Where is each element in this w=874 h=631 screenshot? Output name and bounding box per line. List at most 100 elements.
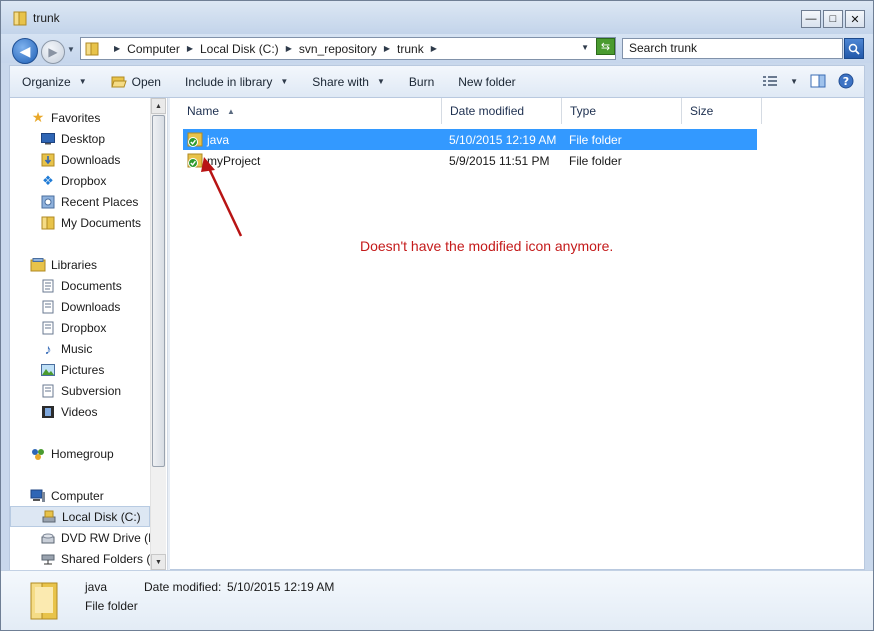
nav-item-videos[interactable]: Videos [10,401,150,422]
nav-libraries-label: Libraries [51,257,98,272]
details-date-value: 5/10/2015 12:19 AM [227,580,335,594]
nav-item-music[interactable]: ♪ Music [10,338,150,359]
chevron-right-icon[interactable]: ▶ [431,44,437,53]
recent-pages-dropdown[interactable]: ▼ [67,45,75,54]
scroll-up-button[interactable]: ▲ [151,98,166,114]
film-strip-icon [40,404,56,420]
breadcrumb-trunk[interactable]: trunk [397,42,424,56]
share-with-button[interactable]: Share with ▼ [300,66,397,97]
nav-item-recent-places[interactable]: Recent Places [10,191,150,212]
nav-item-documents[interactable]: Documents [10,275,150,296]
music-note-icon: ♪ [44,340,52,357]
new-folder-button[interactable]: New folder [446,66,527,97]
column-header-label: Name [187,104,220,118]
documents-folder-icon [40,215,56,231]
nav-item-shared-folders[interactable]: Shared Folders (\ [10,548,154,569]
scroll-down-button[interactable]: ▼ [151,554,166,570]
file-row-myproject[interactable]: myProject 5/9/2015 11:51 PM File folder [183,150,757,171]
forward-button[interactable]: ▶ [41,40,65,64]
nav-homegroup-label: Homegroup [51,446,114,461]
file-name: myProject [207,154,261,168]
column-header-name[interactable]: Name ▲ [179,98,442,124]
scroll-thumb[interactable] [152,115,165,467]
search-button[interactable] [844,38,864,59]
file-type: File folder [569,133,622,147]
nav-item-my-documents[interactable]: My Documents [10,212,150,233]
nav-item-label: Local Disk (C:) [62,509,141,524]
svn-normal-folder-icon [187,153,203,168]
dvd-drive-icon [40,530,56,546]
title-bar[interactable]: trunk — □ ✕ [1,1,873,34]
breadcrumb-computer[interactable]: Computer [127,42,180,56]
chevron-right-icon[interactable]: ▶ [286,44,292,53]
address-bar[interactable]: ▶ Computer ▶ Local Disk (C:) ▶ svn_repos… [80,37,616,60]
share-with-label: Share with [312,74,369,89]
new-folder-label: New folder [458,74,516,89]
nav-item-library-downloads[interactable]: Downloads [10,296,150,317]
minimize-button[interactable]: — [801,10,821,28]
nav-computer-label: Computer [51,488,104,503]
nav-item-pictures[interactable]: Pictures [10,359,150,380]
column-header-size[interactable]: Size [682,98,762,124]
nav-item-library-dropbox[interactable]: Dropbox [10,317,150,338]
document-library-icon [40,383,56,399]
include-in-library-label: Include in library [184,74,273,89]
nav-homegroup[interactable]: Homegroup [10,443,150,464]
nav-item-desktop[interactable]: Desktop [10,128,150,149]
open-label: Open [131,74,161,89]
breadcrumb-local-disk[interactable]: Local Disk (C:) [200,42,279,56]
organize-button[interactable]: Organize ▼ [10,66,99,97]
view-controls: ▼ ? [762,73,854,89]
chevron-right-icon[interactable]: ▶ [187,44,193,53]
column-header-label: Date modified [450,104,525,118]
address-history-dropdown[interactable]: ▼ [581,43,589,52]
change-view-icon[interactable] [762,74,778,88]
nav-item-dvd-drive[interactable]: DVD RW Drive (D [10,527,157,548]
burn-button[interactable]: Burn [397,66,446,97]
nav-item-local-disk[interactable]: Local Disk (C:) [10,506,150,527]
maximize-button[interactable]: □ [823,10,843,28]
breadcrumb-svn-repository[interactable]: svn_repository [299,42,377,56]
recent-places-icon [40,194,56,210]
address-row: ◀ ▶ ▼ ▶ Computer ▶ Local Disk (C:) ▶ svn… [1,34,873,64]
nav-item-dropbox[interactable]: ❖ Dropbox [10,170,150,191]
chevron-down-icon: ▼ [78,77,87,86]
column-header-type[interactable]: Type [562,98,682,124]
document-library-icon [40,278,56,294]
view-options-dropdown[interactable]: ▼ [790,77,798,86]
refresh-button[interactable]: ⇆ [596,38,615,55]
help-icon[interactable]: ? [838,73,854,89]
folder-icon [13,11,27,26]
organize-label: Organize [22,74,71,89]
nav-computer[interactable]: Computer [10,485,150,506]
arrow-left-icon: ◀ [19,42,31,59]
chevron-right-icon[interactable]: ▶ [384,44,390,53]
open-button[interactable]: Open [99,66,173,97]
nav-libraries[interactable]: Libraries [10,254,150,275]
nav-item-label: Dropbox [61,320,107,335]
pane-splitter[interactable] [167,98,170,570]
nav-item-downloads[interactable]: Downloads [10,149,150,170]
breadcrumb: ▶ Computer ▶ Local Disk (C:) ▶ svn_repos… [107,42,444,56]
preview-pane-icon[interactable] [810,74,826,88]
details-pane: java File folder Date modified: 5/10/201… [1,570,873,630]
column-header-label: Type [570,104,597,118]
libraries-icon [30,257,46,273]
nav-scrollbar[interactable]: ▲ ▼ [150,98,166,570]
back-button[interactable]: ◀ [12,38,38,64]
details-item-type: File folder [85,599,138,613]
column-header-date-modified[interactable]: Date modified [442,98,562,124]
nav-item-label: Shared Folders (\ [61,551,154,566]
chevron-down-icon: ▼ [280,77,289,86]
navigation-pane: ★ Favorites Desktop Downloads ❖ Dropbox … [10,98,167,570]
nav-item-subversion[interactable]: Subversion [10,380,150,401]
local-disk-icon [41,509,57,525]
chevron-right-icon[interactable]: ▶ [114,44,120,53]
nav-favorites[interactable]: ★ Favorites [10,107,150,128]
file-row-java[interactable]: java 5/10/2015 12:19 AM File folder [183,129,757,150]
close-button[interactable]: ✕ [845,10,865,28]
include-in-library-button[interactable]: Include in library ▼ [173,66,300,97]
nav-item-label: Desktop [61,131,106,146]
search-input[interactable]: Search trunk [622,38,843,59]
nav-item-label: Pictures [61,362,105,377]
